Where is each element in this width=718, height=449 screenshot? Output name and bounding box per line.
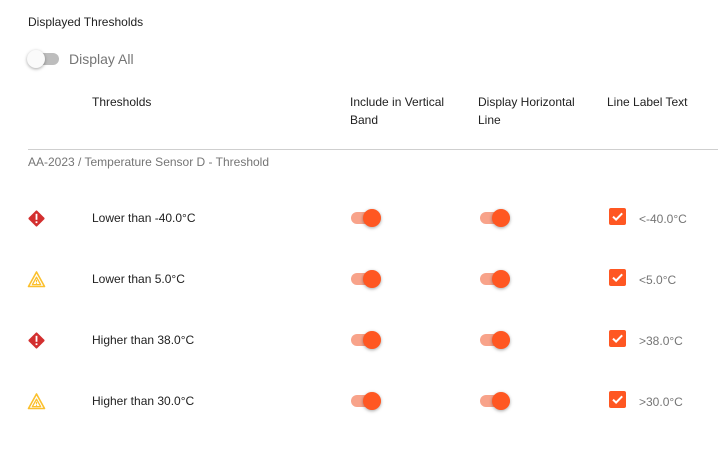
toggle-thumb (363, 331, 381, 349)
toggle-thumb (492, 331, 510, 349)
line-label-text: <-40.0°C (639, 212, 687, 226)
column-header-thresholds: Thresholds (92, 95, 152, 109)
line-label-checkbox[interactable] (609, 391, 626, 408)
toggle-thumb (27, 50, 45, 68)
critical-alert-icon (27, 331, 46, 350)
horizontal-line-toggle[interactable] (478, 269, 510, 289)
vertical-band-toggle[interactable] (349, 330, 381, 350)
threshold-row: Lower than -40.0°C <-40.0°C (0, 203, 718, 233)
critical-alert-icon (27, 209, 46, 228)
threshold-text: Higher than 38.0°C (92, 333, 195, 347)
toggle-thumb (363, 392, 381, 410)
check-icon (612, 334, 623, 344)
horizontal-line-toggle[interactable] (478, 391, 510, 411)
toggle-thumb (492, 209, 510, 227)
line-label-text: >38.0°C (639, 334, 683, 348)
display-all-label: Display All (69, 51, 134, 67)
threshold-text: Lower than -40.0°C (92, 211, 196, 225)
toggle-thumb (492, 392, 510, 410)
line-label-text: >30.0°C (639, 395, 683, 409)
check-icon (612, 273, 623, 283)
threshold-row: Higher than 38.0°C >38.0°C (0, 325, 718, 355)
line-label-text: <5.0°C (639, 273, 677, 287)
horizontal-line-toggle[interactable] (478, 208, 510, 228)
threshold-row: Lower than 5.0°C <5.0°C (0, 264, 718, 294)
check-icon (612, 212, 623, 222)
threshold-row: Higher than 30.0°C >30.0°C (0, 386, 718, 416)
check-icon (612, 395, 623, 405)
section-title: Displayed Thresholds (28, 15, 144, 29)
vertical-band-toggle[interactable] (349, 208, 381, 228)
toggle-thumb (492, 270, 510, 288)
vertical-band-toggle[interactable] (349, 269, 381, 289)
line-label-checkbox[interactable] (609, 208, 626, 225)
column-header-vertical-band: Include in Vertical Band (350, 95, 445, 127)
warning-triangle-icon (27, 270, 46, 289)
horizontal-line-toggle[interactable] (478, 330, 510, 350)
header-divider (28, 149, 718, 150)
toggle-thumb (363, 270, 381, 288)
threshold-text: Higher than 30.0°C (92, 394, 195, 408)
toggle-thumb (363, 209, 381, 227)
display-all-control[interactable]: Display All (27, 49, 134, 69)
display-all-toggle[interactable] (27, 49, 59, 69)
warning-triangle-icon (27, 392, 46, 411)
group-title: AA-2023 / Temperature Sensor D - Thresho… (28, 155, 270, 169)
line-label-checkbox[interactable] (609, 269, 626, 286)
vertical-band-toggle[interactable] (349, 391, 381, 411)
column-header-line-label: Line Label Text (607, 95, 688, 109)
line-label-checkbox[interactable] (609, 330, 626, 347)
column-header-horizontal-line: Display Horizontal Line (478, 95, 575, 127)
threshold-text: Lower than 5.0°C (92, 272, 185, 286)
